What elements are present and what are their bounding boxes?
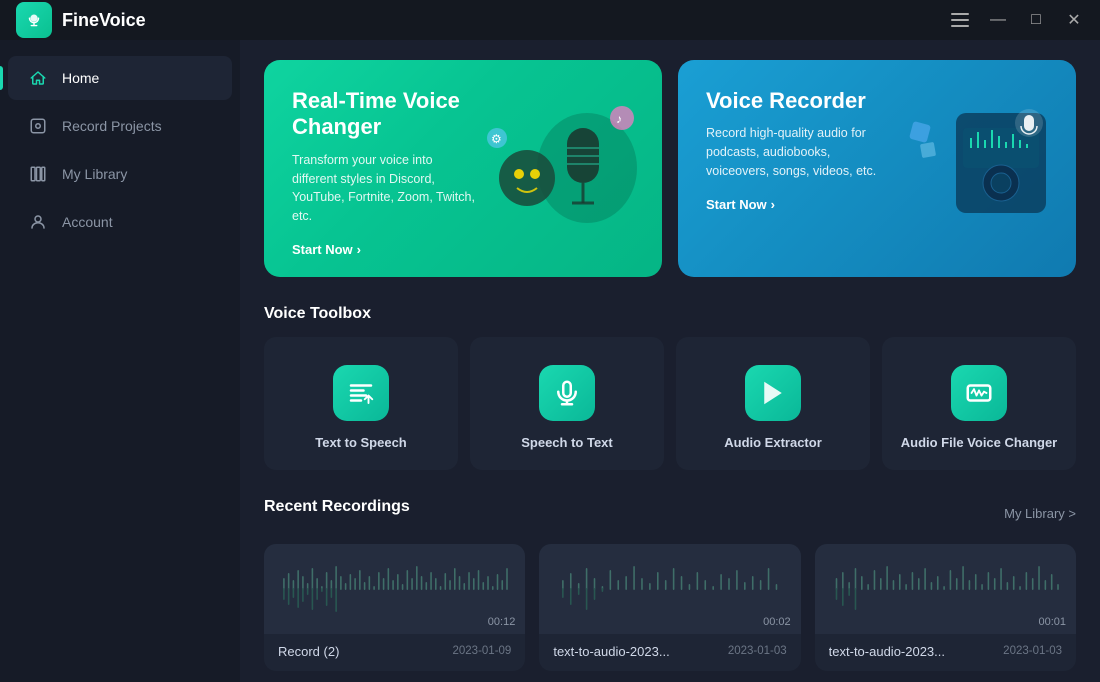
waveform-1: 00:02 <box>539 544 800 634</box>
my-library-link[interactable]: My Library > <box>1004 506 1076 521</box>
hero-card-1-link[interactable]: Start Now › <box>292 242 480 257</box>
my-library-label: My Library <box>62 166 127 182</box>
recordings-grid: 00:12 Record (2) 2023-01-09 <box>264 544 1076 671</box>
recording-2-date: 2023-01-03 <box>1003 645 1062 657</box>
sidebar: Home Record Projects My Library <box>0 40 240 682</box>
recording-1-info: text-to-audio-2023... 2023-01-03 <box>539 634 800 671</box>
app-name: FineVoice <box>62 10 146 31</box>
recording-card-1[interactable]: 00:02 text-to-audio-2023... 2023-01-03 <box>539 544 800 671</box>
account-icon <box>28 212 48 232</box>
text-to-speech-icon <box>333 365 389 421</box>
sidebar-item-my-library[interactable]: My Library <box>8 152 232 196</box>
hero-card-2-title: Voice Recorder <box>706 88 894 114</box>
recording-0-date: 2023-01-09 <box>453 645 512 657</box>
home-icon <box>28 68 48 88</box>
hero-card-2-desc: Record high-quality audio for podcasts, … <box>706 124 894 180</box>
recording-0-duration: 00:12 <box>488 616 516 628</box>
hero-card-1-title: Real-Time Voice Changer <box>292 88 480 141</box>
recording-0-name: Record (2) <box>278 644 339 659</box>
hero-card-voice-recorder[interactable]: Voice Recorder Record high-quality audio… <box>678 60 1076 277</box>
svg-text:♪: ♪ <box>616 112 622 126</box>
toolbox-text-to-speech[interactable]: Text to Speech <box>264 337 458 470</box>
waveform-0: 00:12 <box>264 544 525 634</box>
hero-card-1-desc: Transform your voice into different styl… <box>292 151 480 226</box>
recording-2-name: text-to-audio-2023... <box>829 644 945 659</box>
speech-to-text-label: Speech to Text <box>521 435 613 450</box>
toolbox-audio-extractor[interactable]: Audio Extractor <box>676 337 870 470</box>
titlebar: FineVoice — □ ✕ <box>0 0 1100 40</box>
svg-text:⚙: ⚙ <box>491 132 502 146</box>
audio-file-voice-changer-icon <box>951 365 1007 421</box>
hero-card-1-artwork: ♪ ⚙ <box>462 60 662 277</box>
sidebar-item-account[interactable]: Account <box>8 200 232 244</box>
library-icon <box>28 164 48 184</box>
close-button[interactable]: ✕ <box>1064 10 1084 30</box>
record-projects-label: Record Projects <box>62 118 162 134</box>
logo-icon <box>16 2 52 38</box>
maximize-button[interactable]: □ <box>1026 10 1046 30</box>
sidebar-item-record-projects[interactable]: Record Projects <box>8 104 232 148</box>
recording-card-0[interactable]: 00:12 Record (2) 2023-01-09 <box>264 544 525 671</box>
recent-recordings-header: Recent Recordings My Library > <box>264 498 1076 530</box>
recording-0-info: Record (2) 2023-01-09 <box>264 634 525 671</box>
recording-1-name: text-to-audio-2023... <box>553 644 669 659</box>
menu-button[interactable] <box>950 10 970 30</box>
audio-extractor-icon <box>745 365 801 421</box>
text-to-speech-label: Text to Speech <box>315 435 407 450</box>
recording-2-info: text-to-audio-2023... 2023-01-03 <box>815 634 1076 671</box>
home-label: Home <box>62 70 99 86</box>
toolbox-grid: Text to Speech Speech to Text <box>264 337 1076 470</box>
recording-2-duration: 00:01 <box>1038 616 1066 628</box>
sidebar-item-home[interactable]: Home <box>8 56 232 100</box>
recent-recordings-title: Recent Recordings <box>264 498 410 516</box>
toolbox-audio-file-voice-changer[interactable]: Audio File Voice Changer <box>882 337 1076 470</box>
toolbox-section-title: Voice Toolbox <box>264 305 1076 323</box>
minimize-button[interactable]: — <box>988 10 1008 30</box>
recording-card-2[interactable]: 00:01 text-to-audio-2023... 2023-01-03 <box>815 544 1076 671</box>
audio-file-voice-changer-label: Audio File Voice Changer <box>901 435 1058 450</box>
window-controls: — □ ✕ <box>950 10 1084 30</box>
hero-card-realtime-voice-changer[interactable]: Real-Time Voice Changer Transform your v… <box>264 60 662 277</box>
audio-extractor-label: Audio Extractor <box>724 435 822 450</box>
speech-to-text-icon <box>539 365 595 421</box>
record-icon <box>28 116 48 136</box>
recent-recordings-section: Recent Recordings My Library > <box>264 498 1076 671</box>
app-body: Home Record Projects My Library <box>0 40 1100 682</box>
hero-cards: Real-Time Voice Changer Transform your v… <box>264 60 1076 277</box>
voice-toolbox-section: Voice Toolbox Text to Speech <box>264 305 1076 470</box>
waveform-2: 00:01 <box>815 544 1076 634</box>
app-logo: FineVoice <box>16 2 146 38</box>
hero-card-2-link[interactable]: Start Now › <box>706 197 894 212</box>
hero-card-2-artwork <box>876 60 1076 277</box>
account-label: Account <box>62 214 113 230</box>
toolbox-speech-to-text[interactable]: Speech to Text <box>470 337 664 470</box>
recording-1-duration: 00:02 <box>763 616 791 628</box>
recording-1-date: 2023-01-03 <box>728 645 787 657</box>
main-content: Real-Time Voice Changer Transform your v… <box>240 40 1100 682</box>
